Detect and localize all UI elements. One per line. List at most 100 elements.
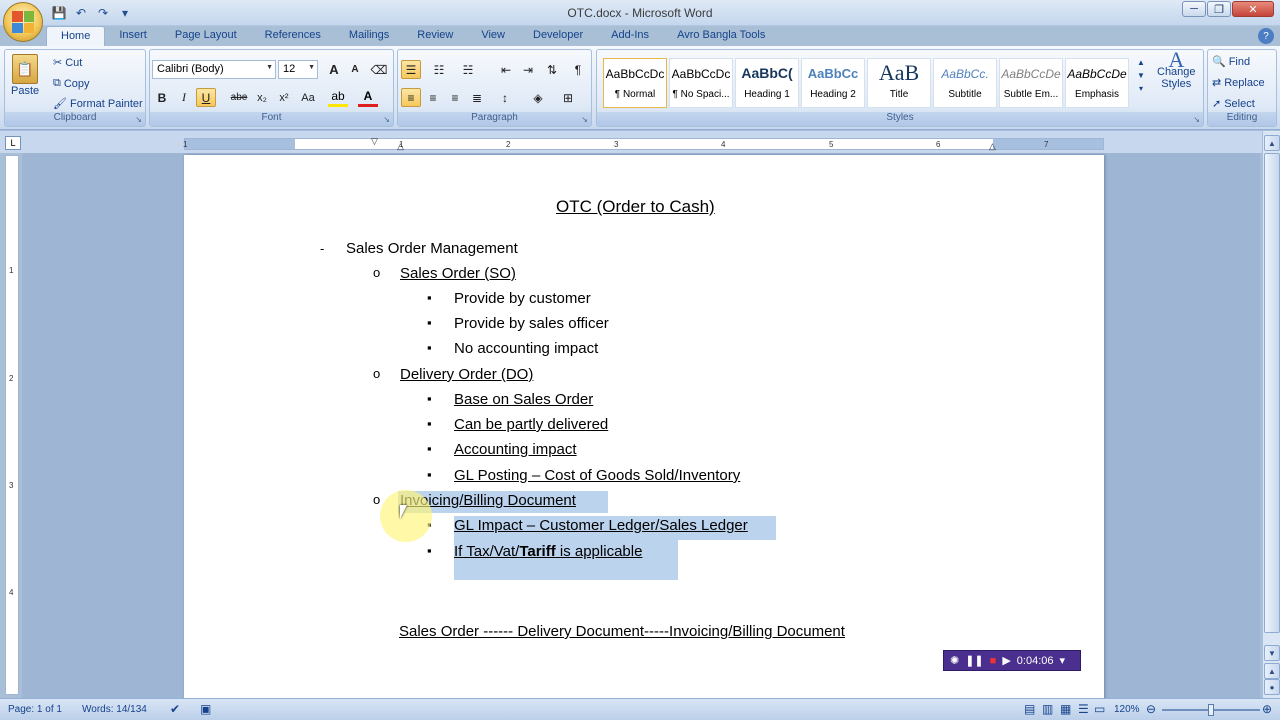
select-button[interactable]: ➚ Select [1212, 97, 1255, 111]
right-indent-marker-icon[interactable]: △ [989, 141, 996, 152]
change-styles-button[interactable]: A Change Styles [1157, 49, 1196, 91]
scroll-down-icon[interactable]: ▼ [1137, 71, 1145, 80]
office-button[interactable] [3, 2, 43, 42]
styles-scroll[interactable]: ▲ ▼ ▾ [1137, 58, 1145, 93]
macro-recording-icon[interactable]: ▣ [200, 702, 211, 716]
tab-avro-bangla-tools[interactable]: Avro Bangla Tools [663, 26, 779, 46]
document-page[interactable]: OTC (Order to Cash) - Sales Order Manage… [184, 155, 1104, 698]
close-button[interactable]: ✕ [1232, 1, 1274, 17]
clear-formatting-icon[interactable]: ⌫ [369, 60, 389, 79]
numbering-icon[interactable]: ☷ [429, 60, 449, 79]
style-heading-1[interactable]: AaBbC( Heading 1 [735, 58, 799, 108]
styles-dialog-launcher-icon[interactable]: ↘ [1193, 115, 1200, 124]
tab-add-ins[interactable]: Add-Ins [597, 26, 663, 46]
list-item[interactable]: No accounting impact [454, 340, 598, 357]
help-icon[interactable]: ? [1258, 28, 1274, 44]
shrink-font-button[interactable]: A [345, 60, 365, 79]
tab-page-layout[interactable]: Page Layout [161, 26, 251, 46]
grow-font-button[interactable]: A [324, 60, 344, 79]
word-count[interactable]: Words: 14/134 [82, 704, 147, 715]
tab-developer[interactable]: Developer [519, 26, 597, 46]
list-item[interactable]: Can be partly delivered [454, 416, 608, 433]
format-painter-button[interactable]: 🖌 Format Painter [53, 97, 143, 111]
underline-button[interactable]: U [196, 88, 216, 107]
web-layout-view-icon[interactable]: ▦ [1060, 702, 1071, 716]
pause-icon[interactable]: ❚❚ [965, 654, 983, 667]
font-size-combo[interactable]: 12 ▼ [278, 60, 318, 79]
bullets-icon[interactable]: ☰ [401, 60, 421, 79]
strikethrough-button[interactable]: abe [229, 88, 249, 107]
font-dialog-launcher-icon[interactable]: ↘ [383, 115, 390, 124]
align-left-icon[interactable]: ≡ [401, 88, 421, 107]
style-normal[interactable]: AaBbCcDc ¶ Normal [603, 58, 667, 108]
zoom-level[interactable]: 120% [1114, 704, 1140, 715]
paste-button[interactable]: 📋 Paste [11, 54, 39, 97]
font-color-icon[interactable]: A [358, 88, 378, 107]
font-name-combo[interactable]: Calibri (Body) ▼ [152, 60, 276, 79]
change-case-button[interactable]: Aa [298, 88, 318, 107]
section-heading[interactable]: Sales Order Management [346, 240, 518, 257]
proofing-icon[interactable]: ✔ [170, 702, 180, 716]
scroll-down-icon[interactable]: ▼ [1264, 645, 1280, 661]
process-flow-line[interactable]: Sales Order ------ Delivery Document----… [399, 623, 845, 640]
replace-button[interactable]: ⇄ Replace [1212, 76, 1265, 90]
list-item[interactable]: GL Posting – Cost of Goods Sold/Inventor… [454, 467, 740, 484]
sales-order-heading[interactable]: Sales Order (SO) [400, 265, 516, 282]
recorder-menu-icon[interactable]: ▾ [1059, 654, 1065, 667]
italic-button[interactable]: I [174, 88, 194, 107]
style-subtle-emphasis[interactable]: AaBbCcDe Subtle Em... [999, 58, 1063, 108]
page-count[interactable]: Page: 1 of 1 [8, 704, 62, 715]
list-item[interactable]: If Tax/Vat/Tariff is applicable [454, 543, 642, 560]
bold-button[interactable]: B [152, 88, 172, 107]
print-layout-view-icon[interactable]: ▤ [1024, 702, 1035, 716]
more-styles-icon[interactable]: ▾ [1139, 84, 1143, 93]
tab-mailings[interactable]: Mailings [335, 26, 403, 46]
previous-page-icon[interactable]: ▲ [1264, 663, 1280, 679]
horizontal-ruler[interactable]: 1 1 2 3 4 5 6 7 ▽ △ △ [183, 136, 1104, 152]
cut-button[interactable]: ✂ Cut [53, 56, 82, 70]
scrollbar-thumb[interactable] [1264, 153, 1280, 633]
indent-marker-icon[interactable]: ▽ [371, 136, 378, 147]
draft-view-icon[interactable]: ▭ [1094, 702, 1105, 716]
list-item[interactable]: Accounting impact [454, 441, 577, 458]
restore-button[interactable]: ❐ [1207, 1, 1231, 17]
document-title[interactable]: OTC (Order to Cash) [556, 197, 715, 217]
indent-marker-icon[interactable]: △ [397, 141, 404, 152]
justify-icon[interactable]: ≣ [467, 88, 487, 107]
scroll-up-icon[interactable]: ▲ [1137, 58, 1145, 67]
multilevel-list-icon[interactable]: ☵ [458, 60, 478, 79]
style-emphasis[interactable]: AaBbCcDe Emphasis [1065, 58, 1129, 108]
browse-object-icon[interactable]: ● [1264, 679, 1280, 695]
zoom-out-icon[interactable]: ⊖ [1146, 702, 1156, 716]
outline-view-icon[interactable]: ☰ [1078, 702, 1089, 716]
sort-icon[interactable]: ⇅ [542, 60, 562, 79]
align-right-icon[interactable]: ≡ [445, 88, 465, 107]
line-spacing-icon[interactable]: ↕ [495, 88, 515, 107]
list-item[interactable]: GL Impact – Customer Ledger/Sales Ledger [454, 517, 748, 534]
style-no-spacing[interactable]: AaBbCcDc ¶ No Spaci... [669, 58, 733, 108]
style-title[interactable]: AaB Title [867, 58, 931, 108]
subscript-button[interactable]: x₂ [252, 88, 272, 107]
find-button[interactable]: 🔍 Find [1212, 55, 1250, 69]
vertical-ruler[interactable]: 1 2 3 4 [5, 155, 19, 695]
borders-icon[interactable]: ⊞ [558, 88, 578, 107]
play-icon[interactable]: ▶ [1002, 654, 1010, 667]
tab-view[interactable]: View [467, 26, 519, 46]
decrease-indent-icon[interactable]: ⇤ [496, 60, 516, 79]
minimize-button[interactable]: ─ [1182, 1, 1206, 17]
list-item[interactable]: Provide by sales officer [454, 315, 609, 332]
show-marks-button[interactable]: ¶ [568, 60, 588, 79]
tab-review[interactable]: Review [403, 26, 467, 46]
align-center-icon[interactable]: ≡ [423, 88, 443, 107]
tab-selector-icon[interactable]: L [5, 136, 21, 150]
vertical-scrollbar[interactable]: ▲ ▼ ▲ ● [1262, 131, 1280, 698]
scroll-up-icon[interactable]: ▲ [1264, 135, 1280, 151]
style-subtitle[interactable]: AaBbCc. Subtitle [933, 58, 997, 108]
paragraph-dialog-launcher-icon[interactable]: ↘ [581, 115, 588, 124]
clipboard-dialog-launcher-icon[interactable]: ↘ [135, 115, 142, 124]
list-item[interactable]: Provide by customer [454, 290, 591, 307]
superscript-button[interactable]: x² [274, 88, 294, 107]
tab-home[interactable]: Home [46, 26, 106, 46]
zoom-slider-thumb[interactable] [1208, 704, 1214, 716]
list-item[interactable]: Base on Sales Order [454, 391, 593, 408]
